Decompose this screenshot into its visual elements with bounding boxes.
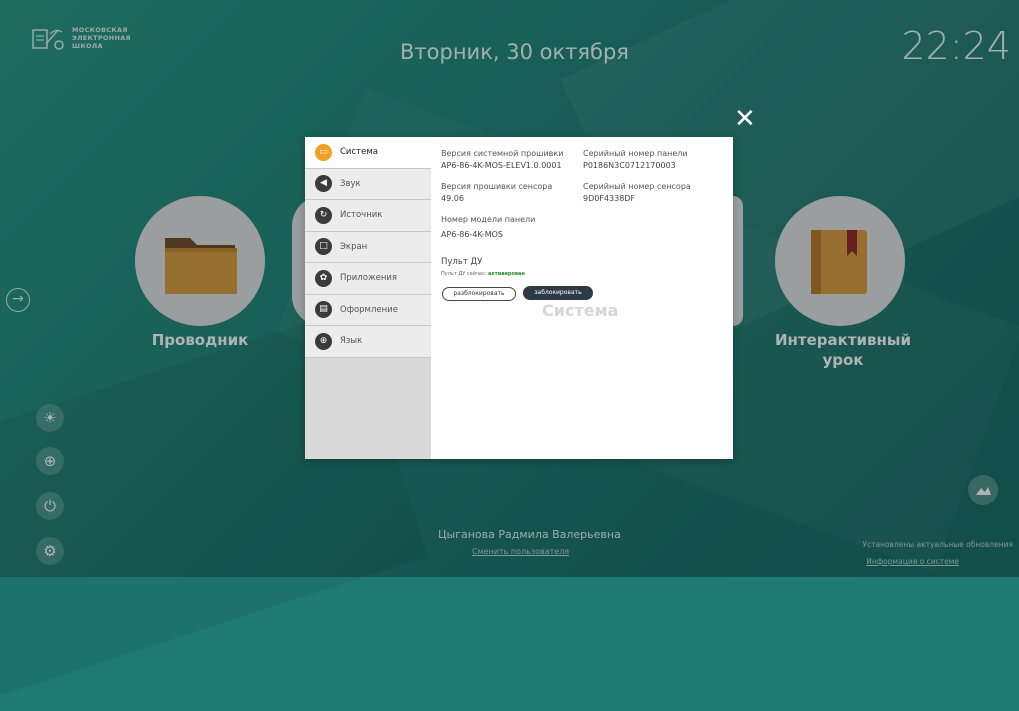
firmware-value: AP6-86-4K-MOS-ELEV1.0.0001 xyxy=(441,161,562,170)
menu-item-language[interactable]: ⊕ Язык xyxy=(305,326,431,358)
menu-item-screen[interactable]: □ Экран xyxy=(305,231,431,263)
menu-item-apps[interactable]: ✿ Приложения xyxy=(305,263,431,295)
theme-icon: ▤ xyxy=(315,301,332,319)
menu-item-label: Источник xyxy=(340,210,383,221)
menu-item-label: Звук xyxy=(340,178,361,189)
section-watermark: Система xyxy=(542,301,619,320)
serial-value: P0186N3C0712170003 xyxy=(583,161,676,170)
apps-icon: ✿ xyxy=(315,269,332,287)
source-icon: ↻ xyxy=(315,206,332,224)
remote-status-prefix: Пульт ДУ сейчас: xyxy=(441,271,487,277)
unlock-button[interactable]: разблокировать xyxy=(442,287,516,301)
sensor-firmware-label: Версия прошивки сенсора xyxy=(441,182,553,191)
menu-item-sound[interactable]: ◀ Звук xyxy=(305,168,431,200)
settings-menu: ▭ Система ◀ Звук ↻ Источник □ Экран ✿ Пр… xyxy=(305,137,431,459)
model-value: AP6-86-4K-MOS xyxy=(441,230,503,239)
remote-status: Пульт ДУ сейчас: активирован xyxy=(441,271,525,277)
speaker-icon: ◀ xyxy=(315,175,332,193)
menu-item-theme[interactable]: ▤ Оформление xyxy=(305,294,431,326)
remote-title: Пульт ДУ xyxy=(441,257,483,267)
serial-label: Серийный номер панели xyxy=(583,149,688,158)
menu-item-label: Система xyxy=(340,147,378,158)
menu-item-label: Оформление xyxy=(340,304,398,315)
model-label: Номер модели панели xyxy=(441,215,536,224)
remote-status-value: активирован xyxy=(488,271,525,277)
close-icon[interactable]: ✕ xyxy=(734,106,756,132)
sensor-serial-value: 9D0F4338DF xyxy=(583,194,636,203)
lock-button[interactable]: заблокировать xyxy=(523,286,593,300)
monitor-icon: ▭ xyxy=(315,143,332,161)
menu-item-source[interactable]: ↻ Источник xyxy=(305,200,431,232)
menu-item-label: Язык xyxy=(340,336,363,347)
screen-icon: □ xyxy=(315,238,332,256)
sensor-firmware-value: 49.06 xyxy=(441,194,464,203)
firmware-label: Версия системной прошивки xyxy=(441,149,564,158)
menu-item-system[interactable]: ▭ Система xyxy=(305,137,431,169)
menu-item-label: Экран xyxy=(340,241,368,252)
globe-icon: ⊕ xyxy=(315,332,332,350)
menu-item-label: Приложения xyxy=(340,273,398,284)
sensor-serial-label: Серийный номер сенсора xyxy=(583,182,691,191)
settings-dialog: ▭ Система ◀ Звук ↻ Источник □ Экран ✿ Пр… xyxy=(305,137,733,459)
